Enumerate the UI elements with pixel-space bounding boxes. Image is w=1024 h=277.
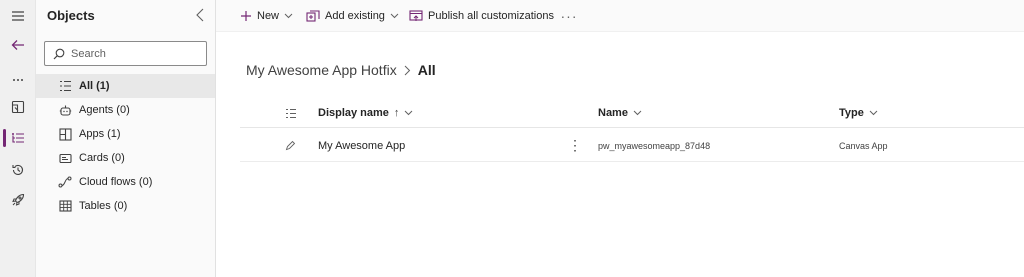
bot-icon [58,103,72,117]
more-commands-button[interactable]: ··· [560,6,578,26]
objects-item-label: All (1) [79,80,110,92]
back-arrow-icon[interactable] [0,33,36,57]
column-header-display-name[interactable]: Display name ↑ [318,98,413,128]
chevron-down-icon [284,13,293,19]
history-icon[interactable] [0,158,36,182]
rocket-deploy-icon[interactable] [0,188,36,212]
edit-pencil-icon[interactable] [285,129,296,162]
row-display-name[interactable]: My Awesome App [318,129,405,162]
objects-item-all[interactable]: All (1) [36,74,215,98]
objects-item-apps[interactable]: Apps (1) [36,122,215,146]
objects-item-cloud-flows[interactable]: Cloud flows (0) [36,170,215,194]
objects-item-label: Agents (0) [79,104,130,116]
search-box[interactable] [44,41,207,66]
chevron-down-icon [869,110,878,116]
sort-ascending-icon: ↑ [393,107,400,119]
objects-item-agents[interactable]: Agents (0) [36,98,215,122]
breadcrumb-parent-link[interactable]: My Awesome App Hotfix [246,62,397,78]
chevron-down-icon [404,110,413,116]
card-icon [58,151,72,165]
chevron-down-icon [633,110,642,116]
chevron-left-icon[interactable] [193,7,207,23]
search-input[interactable] [71,47,201,60]
objects-item-label: Cloud flows (0) [79,176,153,188]
objects-panel: Objects All (1) Agents (0) Apps (1) Card… [36,0,216,277]
search-icon [53,48,65,60]
plus-icon [240,10,252,22]
column-header-label: Type [839,107,864,119]
column-header-name[interactable]: Name [598,98,642,128]
add-existing-button[interactable]: Add existing [306,0,399,32]
list-icon [58,79,72,93]
apps-icon [58,127,72,141]
publish-all-button-label: Publish all customizations [428,10,554,22]
chevron-down-icon [390,13,399,19]
new-button[interactable]: New [240,0,293,32]
overview-icon[interactable] [0,95,36,119]
column-header-label: Name [598,107,628,119]
table-row[interactable]: My Awesome App ⋮ pw_myawesomeapp_87d48 C… [240,129,1024,162]
publish-all-button[interactable]: Publish all customizations [409,0,554,32]
breadcrumb: My Awesome App Hotfix All [246,62,436,78]
column-options-icon[interactable] [285,98,297,128]
flow-icon [58,175,72,189]
objects-item-tables[interactable]: Tables (0) [36,194,215,218]
breadcrumb-current: All [417,62,436,78]
add-existing-button-label: Add existing [325,10,385,22]
objects-item-label: Cards (0) [79,152,125,164]
publish-icon [409,10,423,22]
column-header-type[interactable]: Type [839,98,878,128]
objects-item-label: Apps (1) [79,128,121,140]
command-bar: New Add existing Publish all customizati… [216,0,1024,32]
add-existing-icon [306,10,320,22]
objects-item-cards[interactable]: Cards (0) [36,146,215,170]
row-type: Canvas App [839,140,888,151]
objects-panel-title: Objects [47,8,95,23]
table-header: Display name ↑ Name Type [240,98,1024,128]
row-name: pw_myawesomeapp_87d48 [598,140,711,151]
more-icon[interactable] [0,68,36,92]
objects-tree-icon[interactable] [0,126,36,150]
chevron-right-icon [404,65,411,76]
objects-item-label: Tables (0) [79,200,128,212]
table-icon [58,199,72,213]
hamburger-menu-icon[interactable] [0,4,36,28]
left-nav-rail [0,0,36,277]
new-button-label: New [257,10,280,22]
row-more-actions-button[interactable]: ⋮ [568,129,582,162]
column-header-label: Display name [318,107,389,119]
